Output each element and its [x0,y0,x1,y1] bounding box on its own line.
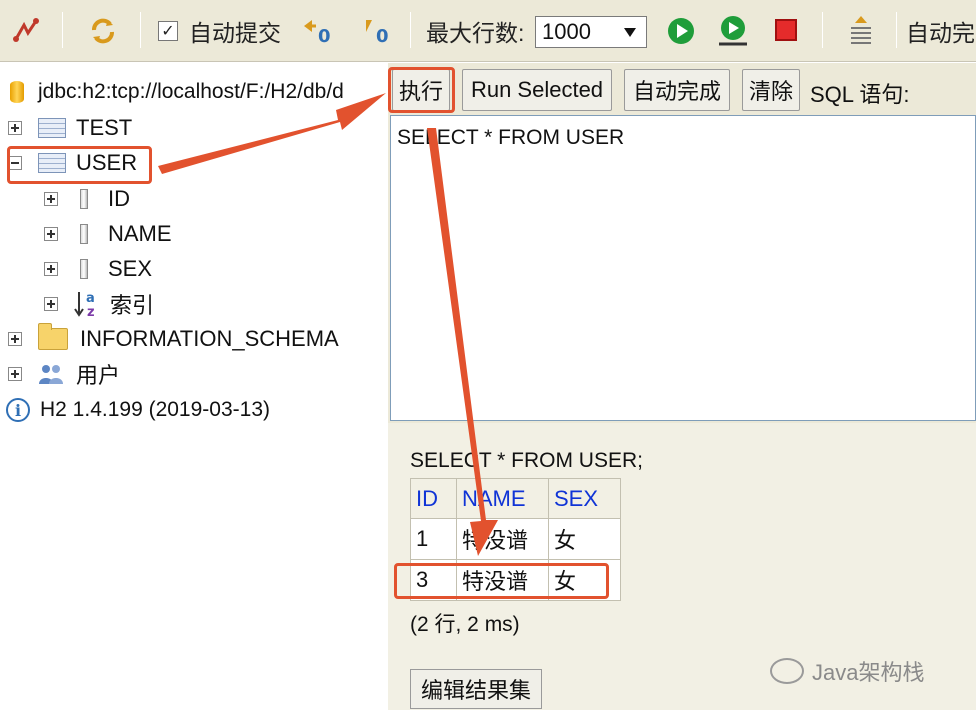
sql-editor[interactable]: SELECT * FROM USER [390,115,976,421]
svg-text:0: 0 [376,26,389,46]
table-name: TEST [76,115,133,140]
tree-node-user[interactable]: USER [8,146,137,180]
info-icon: i [6,398,30,422]
rollback-icon[interactable]: 0 [300,0,334,62]
query-panel: 执行 Run Selected 自动完成 清除 SQL 语句: SELECT *… [388,63,976,710]
collapse-icon[interactable] [8,156,22,170]
autocommit-checkbox[interactable]: ✓ [158,0,178,62]
execute-button[interactable]: 执行 [392,69,450,111]
table-cell: 1 [410,518,457,560]
tree-node-test[interactable]: TEST [8,111,132,145]
column-icon [80,189,88,209]
table-cell: 女 [548,518,621,560]
folder-icon [38,323,68,350]
run-selected-icon[interactable] [716,0,750,62]
connection-url: jdbc:h2:tcp://localhost/F:/H2/db/d [38,80,344,103]
sort-az-icon: az [74,290,104,320]
connection-node[interactable]: jdbc:h2:tcp://localhost/F:/H2/db/d [10,75,344,109]
edit-resultset-button[interactable]: 编辑结果集 [410,669,542,709]
svg-text:z: z [87,305,95,318]
table-header-row: ID NAME SEX [410,478,621,519]
maxrows-select[interactable]: 1000 [535,16,647,48]
toolbar: ✓ 自动提交 0 0 最大行数: 1000 自动完 [0,0,976,62]
expand-icon[interactable] [44,227,58,241]
result-query: SELECT * FROM USER; [410,449,643,472]
dropdown-arrow-icon [624,28,636,37]
commit-icon[interactable]: 0 [360,0,394,62]
table-cell: 特没谱 [456,559,549,601]
check-icon: ✓ [158,21,178,41]
version-text: H2 1.4.199 (2019-03-13) [40,398,270,421]
tree-node-column-name[interactable]: NAME [44,217,172,251]
query-button-bar: 执行 Run Selected 自动完成 清除 SQL 语句: [388,63,976,119]
maxrows-value: 1000 [542,19,591,44]
column-name: NAME [108,221,172,246]
result-table: ID NAME SEX 1 特没谱 女 3 特没谱 女 [410,478,621,601]
expand-icon[interactable] [44,262,58,276]
table-cell: 3 [410,559,457,601]
tree-node-users[interactable]: 用户 [8,357,120,391]
column-header[interactable]: ID [410,478,457,519]
refresh-icon[interactable] [88,0,118,62]
table-name: USER [76,150,138,175]
watermark: Java架构栈 [770,655,924,687]
disconnect-icon[interactable] [12,0,40,62]
watermark-text: Java架构栈 [812,660,925,685]
svg-text:0: 0 [318,26,331,46]
column-icon [80,259,88,279]
column-header[interactable]: SEX [548,478,621,519]
expand-icon[interactable] [8,332,22,346]
schema-tree: jdbc:h2:tcp://localhost/F:/H2/db/d TEST … [0,63,388,710]
run-selected-button[interactable]: Run Selected [462,69,612,111]
schema-name: INFORMATION_SCHEMA [80,326,339,351]
column-header[interactable]: NAME [456,478,549,519]
column-name: SEX [108,256,153,281]
column-name: ID [108,186,130,211]
table-row: 1 特没谱 女 [410,518,621,560]
tree-node-index[interactable]: az 索引 [44,287,154,321]
table-icon [38,118,66,138]
table-cell: 女 [548,559,621,601]
users-label: 用户 [76,363,121,388]
database-icon [10,81,24,103]
expand-icon[interactable] [8,367,22,381]
svg-text:a: a [86,291,95,306]
run-icon[interactable] [666,0,696,62]
users-icon [38,362,64,386]
stop-icon[interactable] [774,0,800,62]
wechat-icon [770,658,804,684]
tree-node-column-sex[interactable]: SEX [44,252,152,286]
version-info: i H2 1.4.199 (2019-03-13) [6,393,270,427]
expand-icon[interactable] [8,121,22,135]
result-summary: (2 行, 2 ms) [410,613,520,636]
maxrows-label: 最大行数: [426,20,525,46]
autocomplete-toolbar-label: 自动完 [906,20,975,46]
autocomplete-button[interactable]: 自动完成 [624,69,730,111]
tree-node-information-schema[interactable]: INFORMATION_SCHEMA [8,322,339,356]
column-icon [80,224,88,244]
sql-text: SELECT * FROM USER [397,126,625,149]
clear-button[interactable]: 清除 [742,69,800,111]
history-icon[interactable] [848,0,874,62]
expand-icon[interactable] [44,297,58,311]
sql-statement-label: SQL 语句: [810,82,910,107]
table-cell: 特没谱 [456,518,549,560]
autocommit-label: 自动提交 [189,20,281,46]
table-icon [38,153,66,173]
result-area: SELECT * FROM USER; ID NAME SEX 1 特没谱 女 … [388,423,976,710]
expand-icon[interactable] [44,192,58,206]
tree-node-column-id[interactable]: ID [44,182,130,216]
index-label: 索引 [110,293,155,318]
table-row: 3 特没谱 女 [410,559,621,601]
